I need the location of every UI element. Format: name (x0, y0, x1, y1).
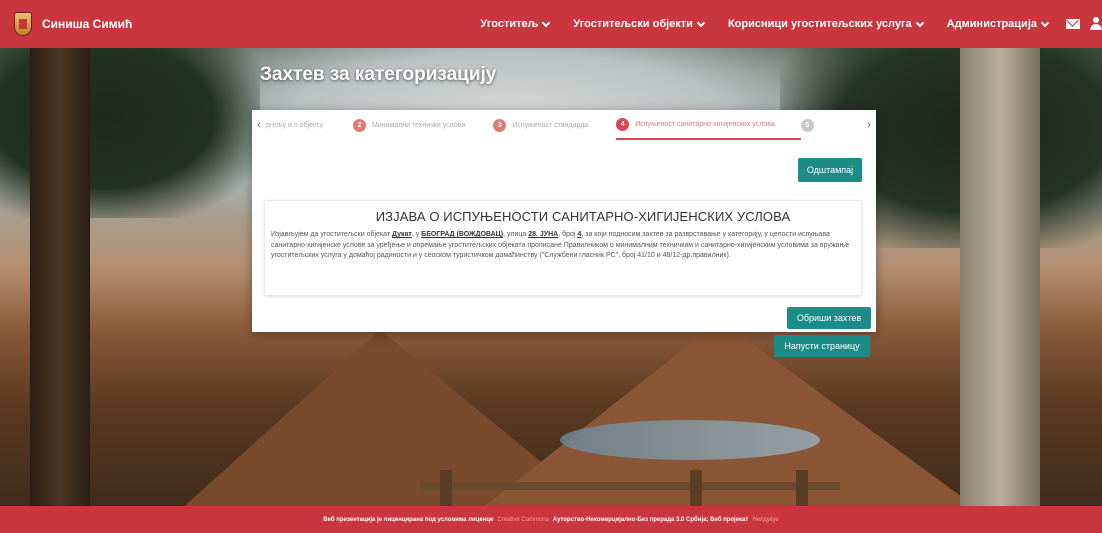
footer-license-text: Веб презентација је лиценцирана под усло… (323, 516, 494, 523)
step-number: 2 (352, 118, 366, 132)
chevron-left-icon[interactable]: ‹ (252, 110, 266, 140)
step-label: Минимални технички услови (371, 121, 466, 129)
step-number: 4 (616, 117, 630, 131)
nav-item-label: Угоститељски објекти (573, 18, 693, 30)
coat-of-arms-icon (14, 12, 32, 36)
chevron-down-icon (1040, 18, 1050, 27)
wizard-stepper: ‹ ргељу и о објекту 2 Минимални технички… (252, 110, 876, 140)
page-title: Захтев за категоризацију (260, 64, 497, 85)
chevron-down-icon (915, 18, 924, 27)
tree-trunk-left (30, 48, 90, 508)
fence-post (796, 470, 808, 506)
statement-part: , улица (503, 231, 529, 238)
nav-item-ugostitelj[interactable]: Угоститељ (468, 18, 561, 30)
step-4-active[interactable]: 4 Испуњеност санитарно-хигијенских услов… (616, 110, 801, 140)
footer-license-link[interactable]: Creative Commons (497, 517, 548, 523)
step-number: 5 (800, 118, 814, 132)
user-icon[interactable] (1090, 17, 1102, 31)
step-label: Испуњеност санитарно-хигијенских услова (635, 120, 775, 128)
statement-title: ИЗЈАВА О ИСПУЊЕНОСТИ САНИТАРНО-ХИГИЈЕНСК… (375, 209, 791, 224)
nav-icons (1060, 17, 1102, 31)
user-name: Синиша Симић (42, 17, 133, 31)
brand[interactable]: Синиша Симић (0, 0, 132, 48)
object-name: Дукат (392, 231, 412, 238)
top-navbar: Синиша Симић Угоститељ Угоститељски обје… (0, 0, 1102, 48)
step-2[interactable]: 2 Минимални технички услови (352, 110, 493, 140)
nav-item-administracija[interactable]: Администрација (935, 18, 1060, 30)
wooden-fence (420, 482, 840, 490)
statement-part: , број (558, 231, 578, 238)
statement-text: Изјављујем да угоститељски објекат Дукат… (271, 230, 855, 262)
fence-post (440, 470, 452, 506)
footer: Веб презентација је лиценцирана под усло… (0, 506, 1102, 533)
nav-menu: Угоститељ Угоститељски објекти Корисници… (468, 17, 1102, 31)
statement-part: , у (411, 231, 422, 238)
delete-request-button[interactable]: Обриши захтев (787, 307, 871, 329)
object-city: БЕОГРАД (ВОЖДОВАЦ) (421, 231, 504, 238)
chevron-down-icon (542, 18, 551, 27)
object-street: 28. ЈУНА (528, 231, 559, 238)
step-label: Испуњеност стандарда (512, 121, 589, 129)
chevron-right-icon[interactable]: › (862, 110, 876, 140)
leave-page-button[interactable]: Напусти страницу (774, 335, 870, 357)
step-3[interactable]: 3 Испуњеност стандарда (493, 110, 616, 140)
nav-item-label: Корисници угоститељских услуга (727, 18, 912, 30)
statement-box: ИЗЈАВА О ИСПУЊЕНОСТИ САНИТАРНО-ХИГИЈЕНСК… (264, 200, 862, 296)
nav-item-label: Угоститељ (480, 18, 539, 30)
footer-project-link[interactable]: Нелдукуе (752, 517, 778, 523)
statement-part: Изјављујем да угоститељски објекат (271, 231, 393, 238)
step-1[interactable]: ргељу и о објекту (266, 110, 353, 140)
nav-item-korisnici[interactable]: Корисници угоститељских услуга (716, 18, 935, 30)
fence-post (690, 470, 702, 506)
tree-trunk-right (960, 48, 1040, 508)
nav-item-label: Администрација (946, 18, 1037, 30)
mail-icon[interactable] (1066, 19, 1080, 29)
step-label: ргељу и о објекту (266, 121, 323, 129)
footer-license-type: Ауторство-Некомерцијално-Без прерада 3.0… (552, 516, 749, 523)
river (560, 420, 820, 460)
nav-item-objekti[interactable]: Угоститељски објекти (561, 18, 716, 30)
print-button[interactable]: Одштампај (798, 158, 862, 182)
step-list: ргељу и о објекту 2 Минимални технички у… (266, 110, 862, 140)
step-number: 3 (493, 118, 507, 132)
chevron-down-icon (696, 18, 706, 27)
request-card: ‹ ргељу и о објекту 2 Минимални технички… (252, 110, 876, 332)
step-5[interactable]: 5 (800, 110, 828, 140)
